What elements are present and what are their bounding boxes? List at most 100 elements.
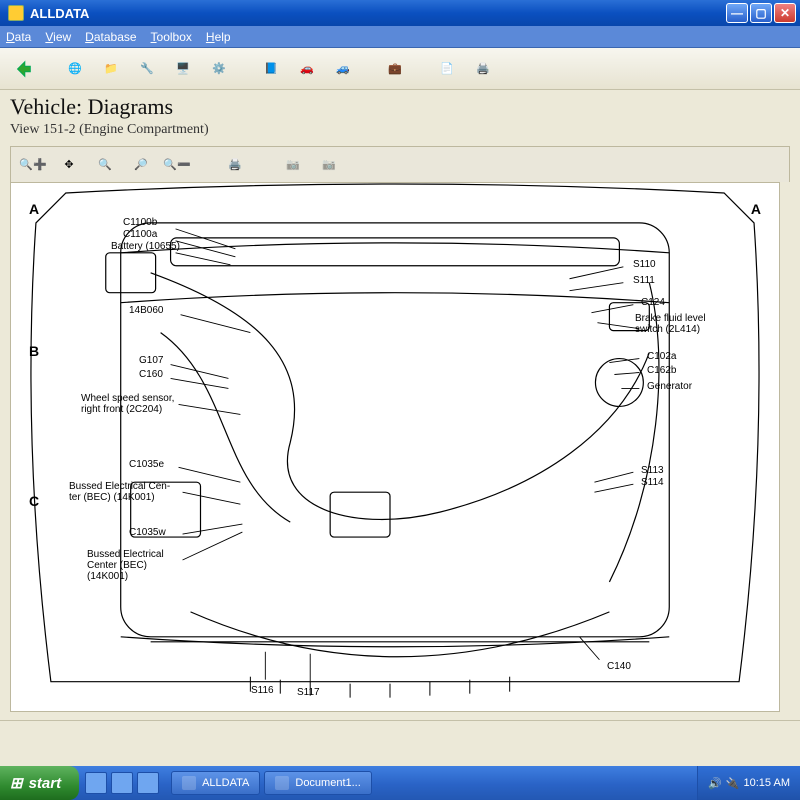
- windows-logo-icon: ⊞: [10, 774, 23, 792]
- tool-btn-1[interactable]: 🌐: [60, 54, 90, 84]
- fit-icon: ✥: [64, 158, 73, 171]
- window-title: ALLDATA: [30, 6, 726, 21]
- tray-icon[interactable]: 🔊: [708, 777, 722, 790]
- zoom-out-button[interactable]: 🔍➖: [163, 151, 191, 179]
- annot-c140: C140: [607, 661, 631, 672]
- quick-launch-item-2[interactable]: [111, 772, 133, 794]
- menu-database[interactable]: Database: [85, 30, 136, 44]
- task-icon: [275, 776, 289, 790]
- annot-14b060: 14B060: [129, 305, 163, 316]
- viewer-toolbar: 🔍➕ ✥ 🔍 🔎 🔍➖ 🖨️ 📷 📷: [10, 146, 790, 182]
- annot-battery: Battery (10655): [111, 241, 180, 252]
- menu-view[interactable]: View: [45, 30, 71, 44]
- tool-btn-print[interactable]: 🖨️: [468, 54, 498, 84]
- taskbar-tasks: ALLDATA Document1...: [165, 771, 697, 795]
- quick-launch-item-1[interactable]: [85, 772, 107, 794]
- task-icon: [182, 776, 196, 790]
- zoom-in-icon: 🔍➕: [19, 158, 46, 171]
- camera-icon-2: 📷: [322, 158, 336, 171]
- main-toolbar: 🌐 📁 🔧 🖥️ ⚙️ 📘 🚗 🚙 💼 📄 🖨️: [0, 48, 800, 90]
- zoom-100-icon: 🔍: [98, 158, 112, 171]
- annot-s114: S114: [641, 477, 664, 488]
- annot-wheelspd: Wheel speed sensor, right front (2C204): [81, 393, 174, 415]
- globe-icon: 🌐: [68, 62, 82, 75]
- start-button[interactable]: ⊞ start: [0, 766, 79, 800]
- engine-diagram-svg: [11, 183, 779, 712]
- zoom-out-icon: 🔍➖: [163, 158, 190, 171]
- annot-s110: S110: [633, 259, 656, 270]
- back-button[interactable]: [8, 54, 38, 84]
- briefcase-icon: 💼: [388, 62, 402, 75]
- wrench-icon: 🔧: [140, 62, 154, 75]
- screen-icon: 🖥️: [176, 62, 190, 75]
- magnifier-icon: 🔎: [134, 158, 148, 171]
- maximize-button[interactable]: ▢: [750, 3, 772, 23]
- annot-bec2: Bussed Electrical Center (BEC) (14K001): [87, 549, 164, 582]
- annot-bec1: Bussed Electrical Cen- ter (BEC) (14K001…: [69, 481, 170, 503]
- zoom-tool-button[interactable]: 🔎: [127, 151, 155, 179]
- camera-icon: 📷: [286, 158, 300, 171]
- tray-icon[interactable]: 🔌: [726, 777, 740, 790]
- tool-btn-doc[interactable]: 📄: [432, 54, 462, 84]
- annot-c1100b: C1100b: [123, 217, 157, 228]
- annot-c124: C124: [641, 297, 665, 308]
- annot-c160: C160: [139, 369, 163, 380]
- page-subtitle: View 151-2 (Engine Compartment): [10, 122, 790, 138]
- minimize-button[interactable]: —: [726, 3, 748, 23]
- menu-data[interactable]: Data: [6, 30, 31, 44]
- task-item-doc[interactable]: Document1...: [264, 771, 371, 795]
- diagram-canvas[interactable]: A B C A: [10, 182, 780, 712]
- annot-gen: Generator: [647, 381, 692, 392]
- zoom-100-button[interactable]: 🔍: [91, 151, 119, 179]
- tool-btn-book[interactable]: 📘: [256, 54, 286, 84]
- camera-button-1[interactable]: 📷: [279, 151, 307, 179]
- annot-g107: G107: [139, 355, 163, 366]
- page-title: Vehicle: Diagrams: [10, 94, 790, 120]
- start-label: start: [29, 775, 62, 792]
- system-tray[interactable]: 🔊 🔌 10:15 AM: [697, 766, 800, 800]
- annot-c1035e: C1035e: [129, 459, 164, 470]
- quick-launch-item-3[interactable]: [137, 772, 159, 794]
- annot-s111: S111: [633, 275, 655, 286]
- document-icon: 📄: [440, 62, 454, 75]
- annot-c1035w: C1035w: [129, 527, 166, 538]
- annot-c1100a: C1100a: [123, 229, 157, 240]
- tool-btn-newcar[interactable]: 🚗: [292, 54, 322, 84]
- quick-launch: [79, 772, 165, 794]
- tool-btn-5[interactable]: ⚙️: [204, 54, 234, 84]
- task-label: ALLDATA: [202, 777, 249, 789]
- annot-s116: S116: [251, 685, 274, 696]
- new-car-icon: 🚗: [300, 62, 314, 75]
- annot-s117: S117: [297, 687, 320, 698]
- close-button[interactable]: ✕: [774, 3, 796, 23]
- back-arrow-icon: [12, 58, 34, 80]
- gear-icon: ⚙️: [212, 62, 226, 75]
- page-heading: Vehicle: Diagrams View 151-2 (Engine Com…: [0, 90, 800, 140]
- app-icon: [8, 5, 24, 21]
- printer-icon-2: 🖨️: [228, 158, 242, 171]
- annot-c102a: C102a: [647, 351, 676, 362]
- print-button[interactable]: 🖨️: [221, 151, 249, 179]
- annot-s113: S113: [641, 465, 664, 476]
- tool-btn-3[interactable]: 🔧: [132, 54, 162, 84]
- menu-toolbox[interactable]: Toolbox: [151, 30, 192, 44]
- tool-btn-2[interactable]: 📁: [96, 54, 126, 84]
- annot-c162b: C162b: [647, 365, 676, 376]
- zoom-in-button[interactable]: 🔍➕: [19, 151, 47, 179]
- clock: 10:15 AM: [744, 777, 790, 789]
- statusbar: [0, 720, 800, 742]
- task-label: Document1...: [295, 777, 360, 789]
- taskbar: ⊞ start ALLDATA Document1... 🔊 🔌 10:15 A…: [0, 766, 800, 800]
- menubar: Data View Database Toolbox Help: [0, 26, 800, 48]
- tool-btn-case[interactable]: 💼: [380, 54, 410, 84]
- task-item-alldata[interactable]: ALLDATA: [171, 771, 260, 795]
- printer-icon: 🖨️: [476, 62, 490, 75]
- camera-button-2[interactable]: 📷: [315, 151, 343, 179]
- tool-btn-car[interactable]: 🚙: [328, 54, 358, 84]
- book-icon: 📘: [264, 62, 278, 75]
- car-icon: 🚙: [336, 62, 350, 75]
- menu-help[interactable]: Help: [206, 30, 231, 44]
- fit-button[interactable]: ✥: [55, 151, 83, 179]
- tool-btn-4[interactable]: 🖥️: [168, 54, 198, 84]
- folder-icon: 📁: [104, 62, 118, 75]
